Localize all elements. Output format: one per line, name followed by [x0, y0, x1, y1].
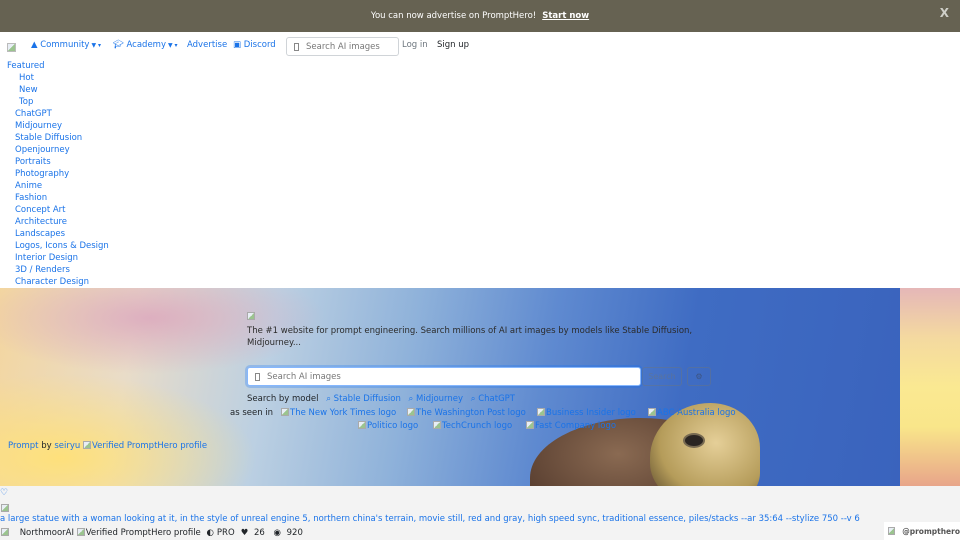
announcement-banner: You can now advertise on PromptHero! Sta…: [0, 0, 960, 32]
hero-section: The #1 website for prompt engineering. S…: [0, 288, 960, 486]
author-link[interactable]: NorthmoorAI: [20, 528, 74, 538]
hero-search-button[interactable]: Search: [642, 367, 682, 386]
hero-logo: [247, 312, 255, 320]
nav-advertise[interactable]: Advertise: [187, 40, 227, 50]
menu-fashion[interactable]: Fashion: [0, 192, 109, 204]
menu-logos-icons-design[interactable]: Logos, Icons & Design: [0, 240, 109, 252]
verified-profile-image: Verified PromptHero profile: [82, 441, 207, 451]
filter-icon: ⚙: [695, 372, 703, 381]
shield-icon: ◐: [206, 528, 214, 538]
model-link-chatgpt[interactable]: ⌕ ChatGPT: [471, 394, 515, 404]
hero-search-input[interactable]: Search AI images: [247, 367, 641, 386]
chevron-down-icon: ▼ ▾: [167, 42, 178, 49]
menu-featured[interactable]: Featured: [0, 60, 109, 72]
category-menu: Featured Hot New Top ChatGPT Midjourney …: [0, 60, 109, 288]
hero-side-image: [900, 288, 960, 486]
image-credit: Prompt by seiryu Verified PromptHero pro…: [8, 441, 208, 451]
heart-icon: ♥: [240, 528, 249, 538]
signup-link[interactable]: Sign up: [437, 40, 469, 50]
broken-image-icon: [281, 408, 289, 416]
hero-description: The #1 website for prompt engineering. S…: [247, 326, 693, 348]
menu-character-design[interactable]: Character Design: [0, 276, 109, 288]
chevron-down-icon: ▼ ▾: [91, 42, 101, 49]
close-icon[interactable]: X: [940, 6, 949, 20]
menu-openjourney[interactable]: Openjourney: [0, 144, 109, 156]
views-count: ◉ 920: [273, 528, 303, 538]
avatar: [1, 528, 9, 536]
menu-3d-renders[interactable]: 3D / Renders: [0, 264, 109, 276]
menu-midjourney[interactable]: Midjourney: [0, 120, 109, 132]
search-icon: ⌕: [470, 394, 476, 404]
menu-photography[interactable]: Photography: [0, 168, 109, 180]
start-now-link[interactable]: Start now: [542, 11, 589, 21]
prompt-text-link[interactable]: a large statue with a woman looking at i…: [0, 514, 860, 524]
menu-chatgpt[interactable]: ChatGPT: [0, 108, 109, 120]
broken-image-icon: [888, 527, 896, 535]
turtle-eye-shape: [683, 433, 705, 448]
model-link-stable-diffusion[interactable]: ⌕ Stable Diffusion: [326, 394, 401, 404]
as-seen-in-label: as seen in: [230, 408, 274, 418]
broken-image-icon: [526, 421, 534, 429]
prompt-link[interactable]: Prompt: [8, 441, 39, 451]
discord-icon: ▣: [233, 40, 242, 50]
nav-search-input[interactable]: Search AI images: [286, 37, 399, 56]
broken-image-icon: [82, 441, 91, 449]
search-icon: [294, 42, 299, 51]
card-meta: NorthmoorAI Verified PromptHero profile …: [1, 528, 309, 538]
broken-image-icon: [433, 421, 441, 429]
press-logo-business-insider[interactable]: Business Insider logo: [537, 408, 636, 418]
menu-new[interactable]: New: [0, 84, 109, 96]
flask-icon: ▲: [31, 40, 38, 50]
search-icon: ⌕: [326, 394, 331, 404]
banner-message: You can now advertise on PromptHero!: [370, 11, 537, 21]
broken-image-icon: [76, 528, 85, 536]
press-logo-fast-company[interactable]: Fast Company logo: [526, 421, 616, 431]
broken-image-icon: [648, 408, 656, 416]
broken-image-icon: [537, 408, 545, 416]
broken-image-icon: [407, 408, 415, 416]
site-logo[interactable]: [7, 43, 16, 52]
menu-top[interactable]: Top: [0, 96, 109, 108]
nav-community[interactable]: ▲ Community ▼ ▾: [31, 40, 101, 50]
graduation-cap-icon: 🎓︎: [113, 40, 124, 50]
press-logo-politico[interactable]: Politico logo: [358, 421, 418, 431]
likes-count: ♥ 26: [240, 528, 265, 538]
press-logo-washington-post[interactable]: The Washington Post logo: [407, 408, 526, 418]
eye-icon: ◉: [273, 528, 281, 538]
menu-concept-art[interactable]: Concept Art: [0, 204, 109, 216]
heart-icon[interactable]: ♡: [0, 488, 8, 498]
pro-badge: ◐ PRO: [206, 528, 235, 538]
menu-portraits[interactable]: Portraits: [0, 156, 109, 168]
model-link-midjourney[interactable]: ⌕ Midjourney: [409, 394, 464, 404]
menu-landscapes[interactable]: Landscapes: [0, 228, 109, 240]
nav-academy[interactable]: 🎓︎ Academy ▼ ▾: [113, 40, 178, 50]
credit-user-link[interactable]: seiryu: [54, 441, 80, 451]
menu-architecture[interactable]: Architecture: [0, 216, 109, 228]
press-logo-techcrunch[interactable]: TechCrunch logo: [433, 421, 512, 431]
menu-interior-design[interactable]: Interior Design: [0, 252, 109, 264]
press-logo-nyt[interactable]: The New York Times logo: [281, 408, 396, 418]
search-icon: ⌕: [408, 394, 414, 404]
verified-profile-alt: Verified PromptHero profile: [85, 528, 201, 538]
broken-image-icon: [1, 504, 9, 512]
press-logo-abc-australia[interactable]: ABC Australia logo: [648, 408, 736, 418]
broken-image-icon: [358, 421, 366, 429]
search-icon: [255, 372, 260, 381]
watermark-handle: @prompthero: [884, 522, 960, 540]
menu-stable-diffusion[interactable]: Stable Diffusion: [0, 132, 109, 144]
nav-discord[interactable]: ▣ Discord: [233, 40, 276, 50]
login-link[interactable]: Log in: [402, 40, 428, 50]
hero-content: The #1 website for prompt engineering. S…: [247, 312, 717, 404]
menu-anime[interactable]: Anime: [0, 180, 109, 192]
top-nav: ▲ Community ▼ ▾ 🎓︎ Academy ▼ ▾ Advertise ▣…: [0, 36, 960, 56]
menu-hot[interactable]: Hot: [0, 72, 109, 84]
filter-button[interactable]: ⚙: [687, 367, 711, 386]
search-by-model: Search by model ⌕ Stable Diffusion ⌕ Mid…: [247, 394, 515, 404]
feed-card: ♡ a large statue with a woman looking at…: [0, 486, 960, 540]
